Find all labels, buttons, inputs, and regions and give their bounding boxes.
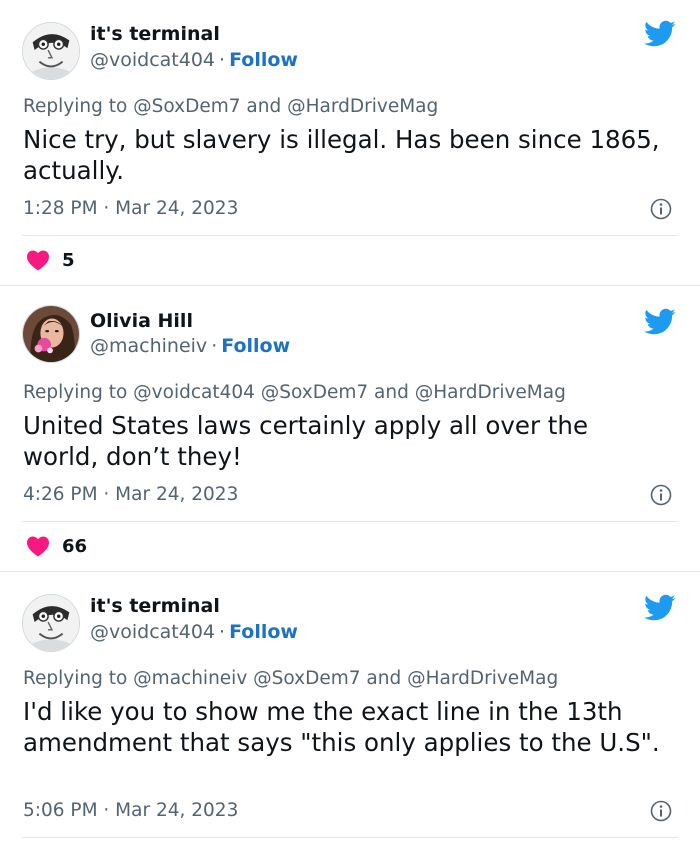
divider	[22, 521, 678, 522]
avatar[interactable]	[22, 305, 80, 363]
avatar-image-icon	[23, 23, 79, 79]
replying-to: Replying to @machineiv @SoxDem7 and @Har…	[23, 668, 559, 689]
avatar[interactable]	[22, 594, 80, 652]
follow-button[interactable]: Follow	[229, 49, 298, 71]
info-icon[interactable]	[650, 484, 672, 506]
follow-button[interactable]: Follow	[221, 335, 290, 357]
avatar-image-icon	[23, 306, 79, 362]
tweet-text: Nice try, but slavery is illegal. Has be…	[23, 125, 660, 185]
tweet-text: United States laws certainly apply all o…	[23, 411, 589, 471]
replying-to: Replying to @voidcat404 @SoxDem7 and @Ha…	[23, 382, 566, 403]
tweet-card: Olivia Hill @machineiv · Follow Replying t…	[0, 286, 700, 571]
tweet-text: I'd like you to show me the exact line i…	[23, 697, 660, 757]
separator-dot: ·	[219, 621, 226, 643]
twitter-bird-icon[interactable]	[644, 594, 676, 622]
timestamp[interactable]: 1:28 PM · Mar 24, 2023	[23, 198, 238, 219]
info-icon[interactable]	[650, 800, 672, 822]
tweet-card: it's terminal @voidcat404 · Follow Replyin…	[0, 0, 700, 285]
separator-dot: ·	[219, 49, 226, 71]
twitter-bird-icon[interactable]	[644, 308, 676, 336]
heart-icon	[27, 250, 49, 271]
like-button[interactable]: 66	[26, 535, 87, 557]
timestamp[interactable]: 4:26 PM · Mar 24, 2023	[23, 484, 238, 505]
separator-dot: ·	[211, 335, 218, 357]
tweet-card: it's terminal @voidcat404 · Follow Replyin…	[0, 572, 700, 844]
replying-to: Replying to @SoxDem7 and @HardDriveMag	[23, 96, 439, 117]
avatar[interactable]	[22, 22, 80, 80]
display-name[interactable]: it's terminal	[90, 23, 220, 45]
divider	[22, 837, 678, 838]
handle-row: @voidcat404 · Follow	[90, 49, 298, 71]
handle-row: @machineiv · Follow	[90, 335, 290, 357]
like-count: 5	[62, 249, 75, 271]
handle[interactable]: @voidcat404	[90, 621, 215, 643]
info-icon[interactable]	[650, 198, 672, 220]
avatar-image-icon	[23, 595, 79, 651]
follow-button[interactable]: Follow	[229, 621, 298, 643]
handle-row: @voidcat404 · Follow	[90, 621, 298, 643]
like-count: 66	[62, 535, 88, 557]
handle[interactable]: @voidcat404	[90, 49, 215, 71]
divider	[22, 235, 678, 236]
heart-icon	[27, 536, 49, 557]
like-button[interactable]: 5	[26, 249, 75, 271]
timestamp[interactable]: 5:06 PM · Mar 24, 2023	[23, 800, 238, 821]
display-name[interactable]: it's terminal	[90, 595, 220, 617]
handle[interactable]: @machineiv	[90, 335, 207, 357]
display-name[interactable]: Olivia Hill	[90, 310, 193, 332]
twitter-bird-icon[interactable]	[644, 20, 676, 48]
